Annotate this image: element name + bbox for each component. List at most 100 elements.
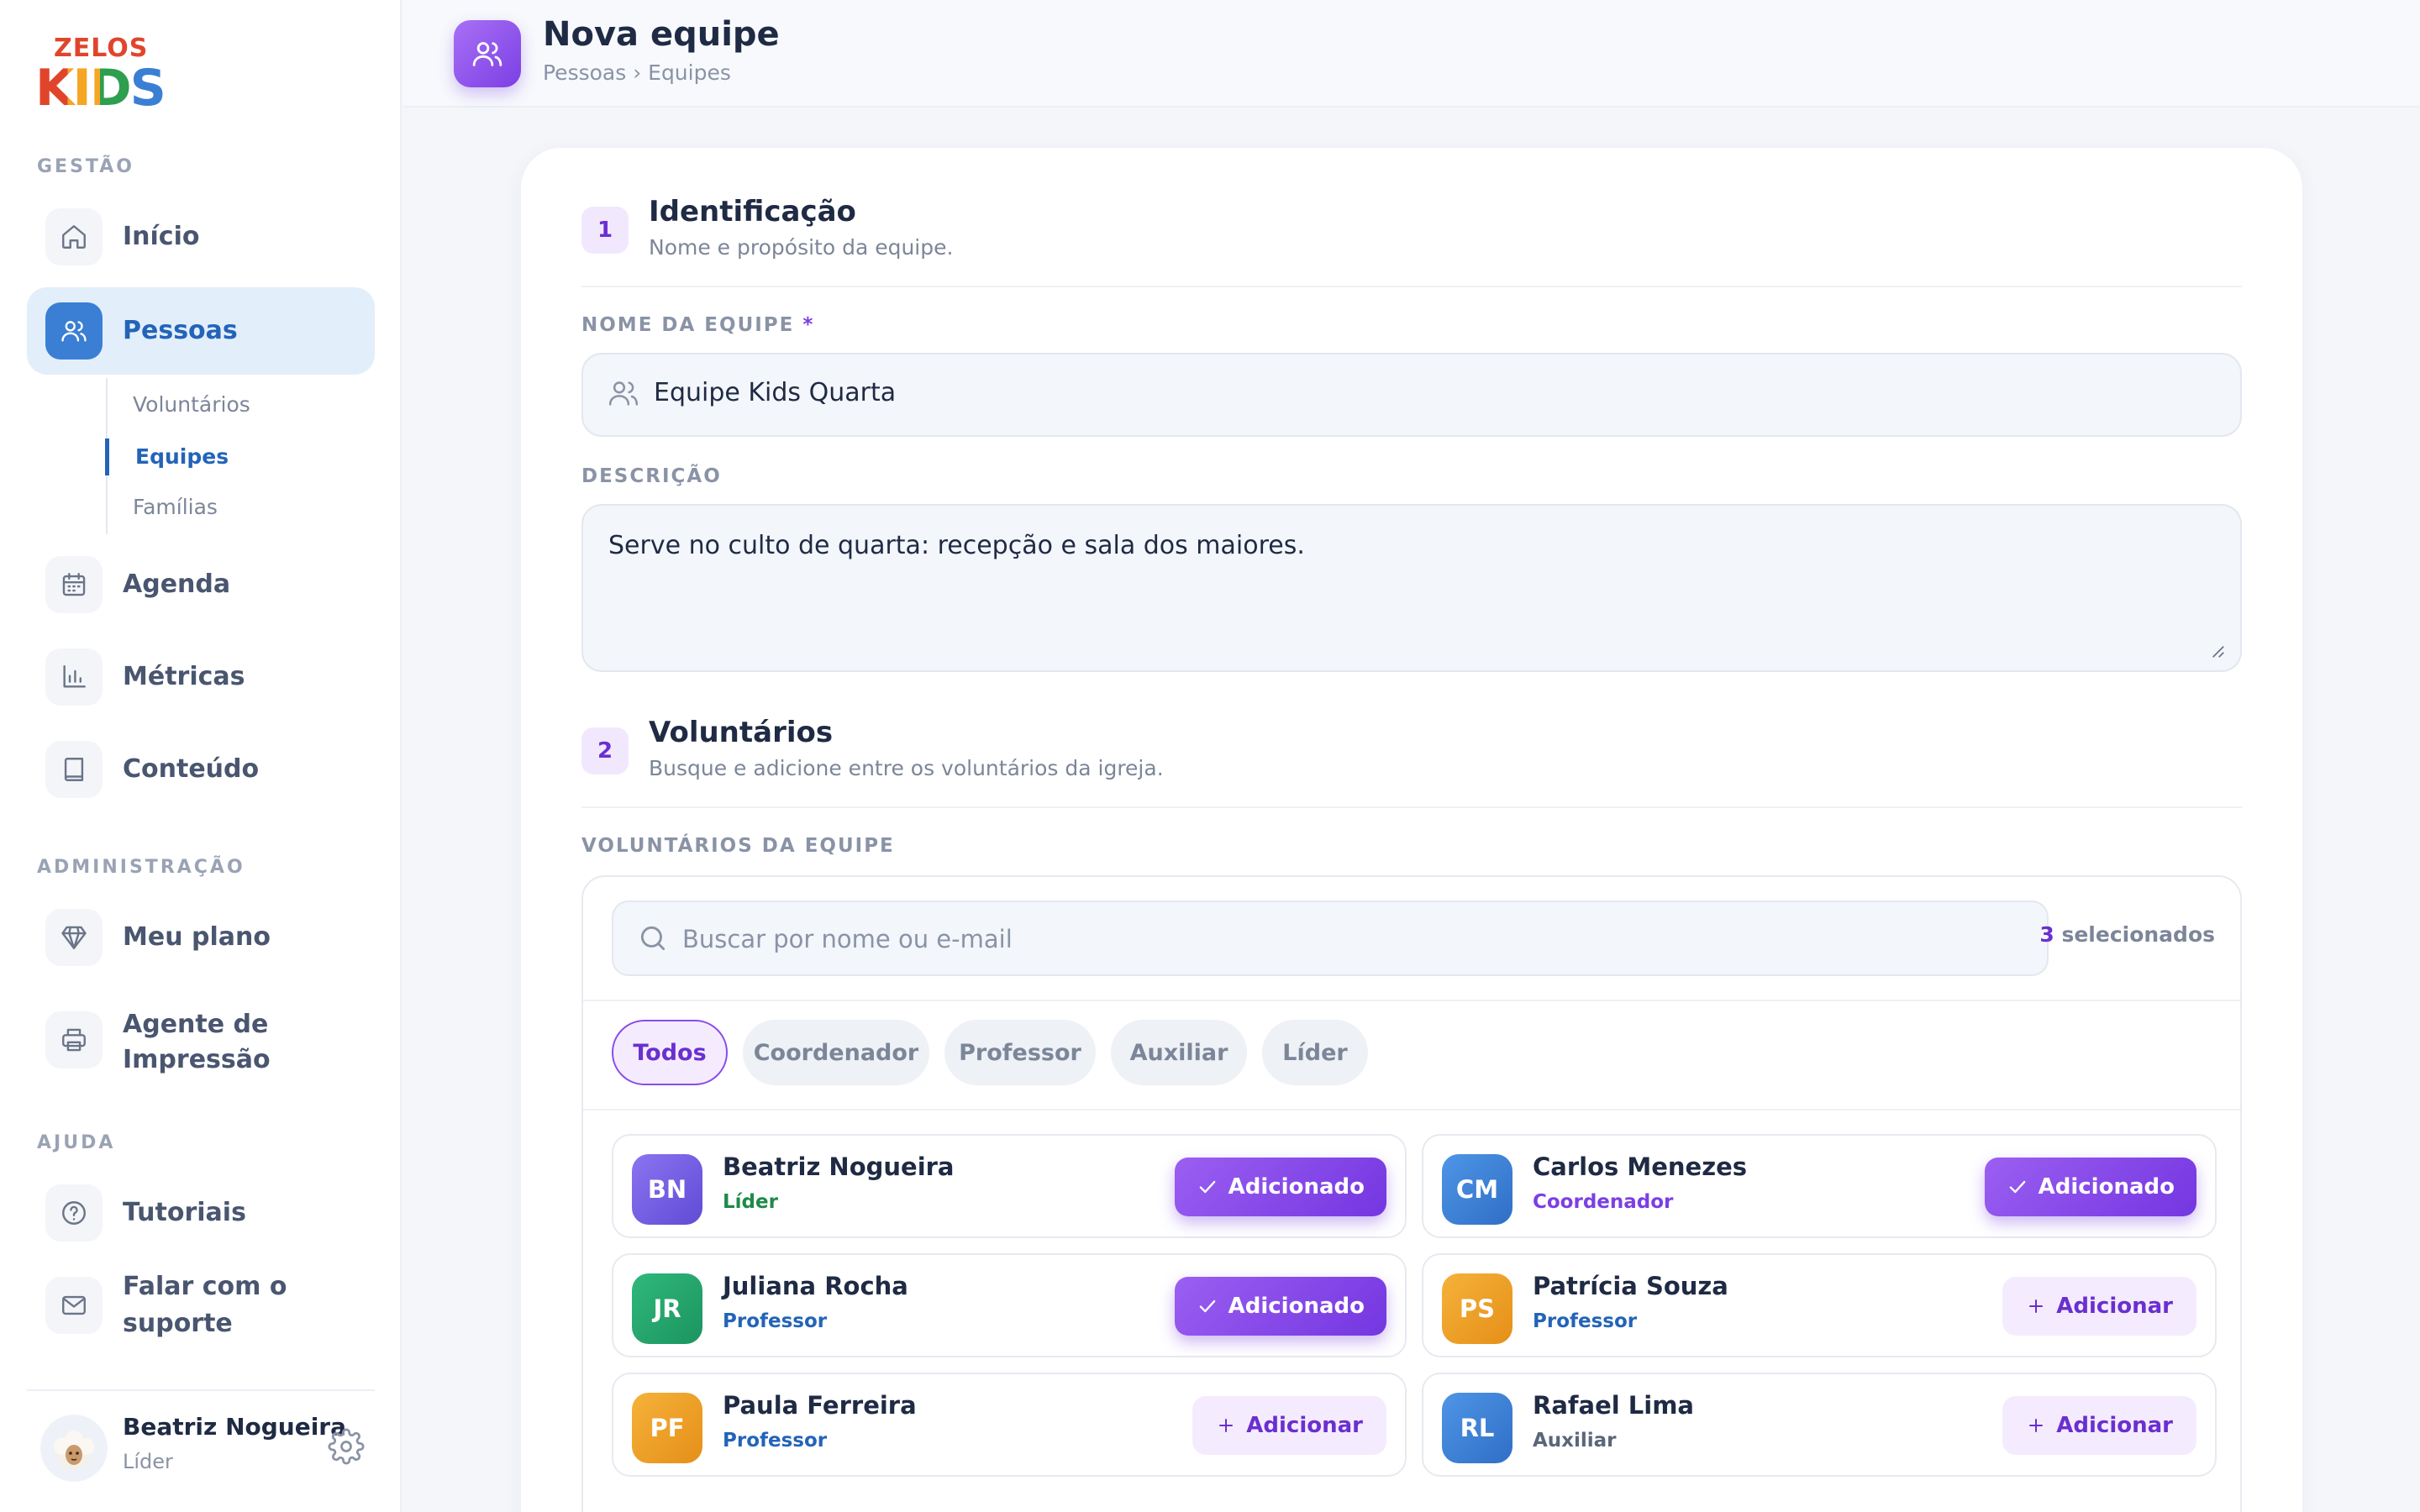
- check-icon: [1199, 1299, 1215, 1313]
- description-textarea[interactable]: Serve no culto de quarta: recepção e sal…: [581, 504, 2242, 672]
- volunteer-avatar: CM: [1442, 1154, 1512, 1225]
- volunteer-name: Rafael Lima: [1533, 1391, 1694, 1420]
- nav-item-metricas[interactable]: Métricas: [27, 633, 375, 721]
- mail-icon: [45, 1277, 103, 1334]
- nav-item-pessoas[interactable]: Pessoas: [27, 287, 375, 375]
- add-label: Adicionar: [1246, 1413, 1363, 1438]
- nav-label-tutoriais: Tutoriais: [123, 1198, 246, 1227]
- volunteer-role: Coordenador: [1533, 1191, 1674, 1213]
- nav-label-agenda: Agenda: [123, 570, 231, 599]
- resize-grip-icon[interactable]: [2210, 643, 2225, 659]
- filter-chip-auxiliar[interactable]: Auxiliar: [1111, 1020, 1247, 1085]
- volunteer-card: PF Paula Ferreira Professor Adicionar: [612, 1373, 1407, 1477]
- filter-chip-lider[interactable]: Líder: [1262, 1020, 1368, 1085]
- volunteer-name: Juliana Rocha: [723, 1272, 908, 1300]
- added-label: Adicionado: [2038, 1174, 2175, 1200]
- nav-item-tutoriais[interactable]: Tutoriais: [27, 1169, 375, 1257]
- step-subtitle-identificacao: Nome e propósito da equipe.: [649, 235, 954, 260]
- zelos-kids-logo[interactable]: ZELOS KIDS: [35, 34, 166, 118]
- nav-item-inicio[interactable]: Início: [27, 193, 375, 281]
- filter-chip-coordenador[interactable]: Coordenador: [743, 1020, 929, 1085]
- team-name-label-text: NOME DA EQUIPE: [581, 314, 795, 336]
- nav-label-conteudo: Conteúdo: [123, 754, 260, 784]
- panel-divider: [583, 1109, 2240, 1110]
- volunteer-avatar: RL: [1442, 1393, 1512, 1463]
- step-title-identificacao: Identificação: [649, 195, 856, 228]
- diamond-icon: [45, 909, 103, 966]
- subnav-item-voluntarios[interactable]: Voluntários: [108, 386, 360, 423]
- subnav-item-equipes[interactable]: Equipes: [105, 438, 357, 475]
- calendar-icon: [45, 556, 103, 613]
- volunteer-add-button[interactable]: Adicionar: [1192, 1396, 1386, 1455]
- volunteer-name: Paula Ferreira: [723, 1391, 917, 1420]
- volunteers-panel: 3 selecionados Todos Coordenador Profess…: [581, 875, 2242, 1512]
- plus-icon: [2029, 1299, 2044, 1313]
- volunteer-add-button[interactable]: Adicionar: [2002, 1396, 2196, 1455]
- search-box[interactable]: [612, 900, 2049, 976]
- volunteer-card: PS Patrícia Souza Professor Adicionar: [1422, 1253, 2217, 1357]
- printer-icon: [45, 1011, 103, 1068]
- required-mark: *: [802, 314, 815, 336]
- nav-item-suporte[interactable]: Falar com o suporte: [27, 1262, 375, 1349]
- section-label-gestao: GESTÃO: [37, 156, 134, 177]
- added-label: Adicionado: [1228, 1174, 1365, 1200]
- breadcrumb[interactable]: Pessoas › Equipes: [543, 60, 731, 85]
- section-divider: [581, 806, 2242, 808]
- added-label: Adicionado: [1228, 1294, 1365, 1319]
- team-icon: [454, 20, 521, 87]
- filter-chip-todos[interactable]: Todos: [612, 1020, 728, 1085]
- volunteer-avatar: PF: [632, 1393, 702, 1463]
- subnav-item-familias[interactable]: Famílias: [108, 489, 360, 526]
- bar-chart-icon: [45, 648, 103, 706]
- panel-divider: [583, 1000, 2240, 1001]
- section-label-administracao: ADMINISTRAÇÃO: [37, 857, 245, 878]
- plus-icon: [2029, 1419, 2044, 1432]
- book-icon: [45, 741, 103, 798]
- help-circle-icon: [45, 1184, 103, 1242]
- search-input[interactable]: [682, 917, 2027, 961]
- avatar[interactable]: [40, 1415, 108, 1482]
- nav-item-agente-impressao[interactable]: Agente de Impressão: [27, 996, 375, 1084]
- filter-chip-professor[interactable]: Professor: [944, 1020, 1096, 1085]
- volunteer-name: Patrícia Souza: [1533, 1272, 1728, 1300]
- section-label-ajuda: AJUDA: [37, 1132, 116, 1153]
- nav-label-suporte: Falar com o suporte: [123, 1272, 287, 1338]
- volunteer-role: Auxiliar: [1533, 1430, 1617, 1452]
- nav-label-pessoas: Pessoas: [123, 316, 238, 345]
- volunteer-added-button[interactable]: Adicionado: [1984, 1158, 2196, 1216]
- user-divider: [27, 1389, 375, 1391]
- volunteer-avatar: PS: [1442, 1273, 1512, 1344]
- page-title: Nova equipe: [543, 15, 780, 54]
- nav-item-agenda[interactable]: Agenda: [27, 541, 375, 628]
- nav-label-meu-plano: Meu plano: [123, 922, 271, 952]
- sidebar: ZELOS KIDS GESTÃO Início Pessoas Voluntá…: [0, 0, 402, 1512]
- plus-icon: [1219, 1419, 1234, 1432]
- volunteer-card: JR Juliana Rocha Professor Adicionado: [612, 1253, 1407, 1357]
- home-icon: [45, 208, 103, 265]
- volunteer-card: CM Carlos Menezes Coordenador Adicionado: [1422, 1134, 2217, 1238]
- pessoas-subnav: Voluntários Equipes Famílias: [105, 378, 360, 534]
- step-subtitle-voluntarios: Busque e adicione entre os voluntários d…: [649, 756, 1164, 780]
- volunteer-card: RL Rafael Lima Auxiliar Adicionar: [1422, 1373, 2217, 1477]
- check-icon: [2009, 1180, 2025, 1194]
- description-label: DESCRIÇÃO: [581, 465, 722, 487]
- volunteer-added-button[interactable]: Adicionado: [1174, 1158, 1386, 1216]
- volunteer-avatar: JR: [632, 1273, 702, 1344]
- user-name: Beatriz Nogueira: [123, 1413, 346, 1441]
- step-badge-1: 1: [581, 207, 629, 254]
- volunteer-role: Líder: [723, 1191, 778, 1213]
- nav-label-inicio: Início: [123, 222, 200, 251]
- selected-count-number: 3: [2039, 922, 2054, 947]
- volunteers-label: VOLUNTÁRIOS DA EQUIPE: [581, 835, 895, 857]
- step-badge-2: 2: [581, 727, 629, 774]
- team-name-field[interactable]: Equipe Kids Quarta: [581, 353, 2242, 437]
- volunteer-role: Professor: [723, 1430, 828, 1452]
- nav-item-conteudo[interactable]: Conteúdo: [27, 726, 375, 813]
- settings-gear-icon[interactable]: [328, 1428, 365, 1465]
- volunteer-add-button[interactable]: Adicionar: [2002, 1277, 2196, 1336]
- volunteer-added-button[interactable]: Adicionado: [1174, 1277, 1386, 1336]
- new-team-form-card: 1 Identificação Nome e propósito da equi…: [521, 148, 2302, 1512]
- nav-item-meu-plano[interactable]: Meu plano: [27, 894, 375, 981]
- nav-label-agente-line2: Impressão: [123, 1045, 271, 1074]
- users-icon: [45, 302, 103, 360]
